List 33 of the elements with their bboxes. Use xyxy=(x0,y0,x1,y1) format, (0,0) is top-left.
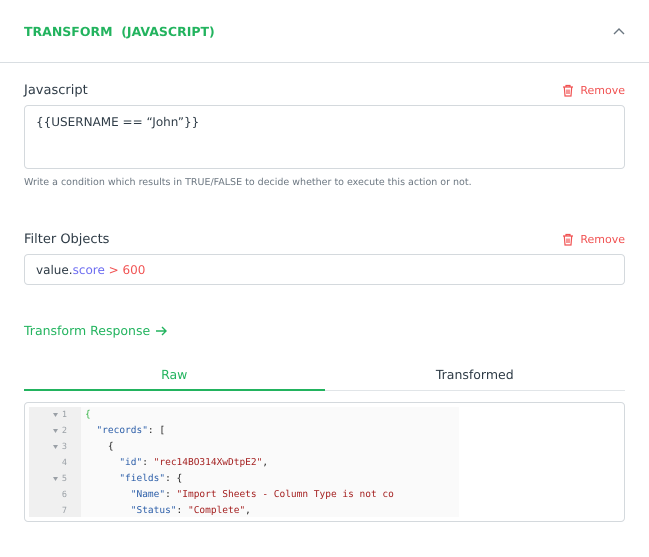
chevron-icon[interactable] xyxy=(613,27,625,35)
code-line: { xyxy=(85,408,92,422)
line-number: 6 xyxy=(62,490,67,500)
line-number: 3 xyxy=(62,442,67,452)
tab[interactable]: Transformed xyxy=(324,367,625,391)
remove-button[interactable]: Remove xyxy=(562,84,625,97)
line-number: 4 xyxy=(62,458,67,468)
code-input-field[interactable]: {{USERNAME == “John”}} xyxy=(24,105,625,169)
transform-response-link[interactable]: Transform Response xyxy=(24,323,168,338)
tab[interactable]: Raw xyxy=(24,367,324,391)
hint-text: Write a condition which results in TRUE/FALSE to decide whether to execute this action or not. xyxy=(24,177,473,188)
code-line: { xyxy=(106,440,115,454)
arrow-icon xyxy=(156,326,168,336)
trash-icon xyxy=(562,233,574,246)
filter-input-field[interactable]: value.score > 600 xyxy=(24,254,625,285)
code-line: "id": "rec14BO314XwDtpE2", xyxy=(118,456,270,470)
trash-icon xyxy=(562,84,574,97)
fold-icon[interactable] xyxy=(52,429,58,433)
code-line: "records": [ xyxy=(95,424,166,438)
code-line: "fields": { xyxy=(118,472,184,486)
fold-icon[interactable] xyxy=(52,477,58,481)
field-label: Javascript xyxy=(24,83,88,98)
line-number: 7 xyxy=(62,506,67,516)
field-label: Filter Objects xyxy=(24,232,110,247)
code-line: "Name": "Import Sheets - Column Type is not co xyxy=(130,488,395,502)
line-number: 5 xyxy=(62,474,67,484)
line-number: 2 xyxy=(62,426,67,436)
section-title: TRANSFORM (JAVASCRIPT) xyxy=(24,24,215,38)
code-line: "Status": "Complete", xyxy=(130,504,252,517)
line-number: 1 xyxy=(62,410,67,420)
fold-icon[interactable] xyxy=(52,413,58,417)
remove-button[interactable]: Remove xyxy=(562,233,625,246)
fold-icon[interactable] xyxy=(52,445,58,449)
